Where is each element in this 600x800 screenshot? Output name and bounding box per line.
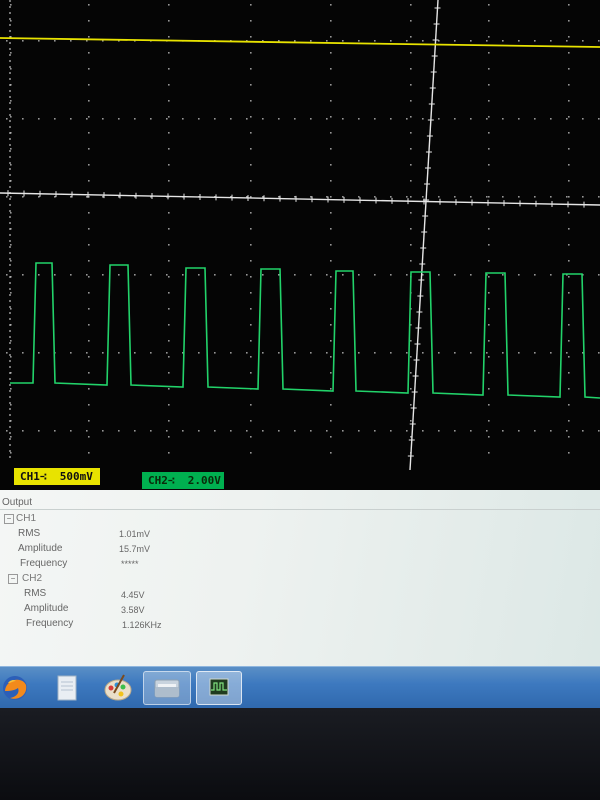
graticule-grid (6, 4, 600, 454)
ch1-trace (0, 37, 600, 48)
ch1-scale-label[interactable]: CH1∹ 500mV (14, 468, 100, 485)
taskbar-item-firefox[interactable] (0, 671, 34, 705)
ch2-amplitude-value: 3.58V (121, 605, 145, 615)
output-panel-title: Output (2, 497, 33, 508)
ch1-amplitude-label: Amplitude (18, 543, 63, 554)
ch1-group-name: CH1 (16, 513, 37, 524)
waveform-canvas (0, 0, 600, 471)
ch1-rms-value: 1.01mV (119, 529, 151, 539)
scope-app-icon (209, 678, 229, 696)
ch2-scale-label[interactable]: CH2∹ 2.00V (142, 472, 224, 489)
ch2-collapse-icon[interactable]: − (8, 574, 18, 584)
taskbar-item-document[interactable] (50, 671, 84, 705)
folder-icon (154, 679, 180, 698)
ch1-collapse-icon[interactable]: − (4, 514, 14, 524)
center-vertical-axis (409, 0, 439, 471)
document-icon (57, 675, 77, 701)
ch2-group-name: CH2 (22, 573, 43, 584)
ch2-rms-label: RMS (24, 588, 47, 599)
taskbar-item-paint[interactable] (100, 671, 136, 705)
monitor-bezel (0, 708, 600, 800)
ch2-rms-value: 4.45V (121, 590, 145, 600)
taskbar-item-scope-app[interactable] (196, 671, 242, 705)
ch2-square-wave-trace (10, 262, 600, 399)
taskbar (0, 666, 600, 709)
oscilloscope-display: CH1∹ 500mV CH2∹ 2.00V (0, 0, 600, 490)
center-horizontal-axis (0, 192, 600, 206)
output-panel-divider (0, 509, 600, 510)
ch1-amplitude-value: 15.7mV (119, 544, 151, 554)
ch1-frequency-value: ***** (121, 559, 139, 569)
taskbar-item-folder[interactable] (143, 671, 191, 705)
firefox-icon (3, 676, 27, 700)
ch1-rms-label: RMS (18, 528, 41, 539)
ch2-frequency-label: Frequency (26, 618, 74, 629)
ch1-frequency-label: Frequency (20, 558, 68, 569)
ch2-amplitude-label: Amplitude (24, 603, 69, 614)
output-panel: Output − CH1 RMS 1.01mV Amplitude 15.7mV… (0, 490, 600, 666)
paint-icon (104, 674, 132, 701)
ch2-frequency-value: 1.126KHz (122, 620, 162, 630)
